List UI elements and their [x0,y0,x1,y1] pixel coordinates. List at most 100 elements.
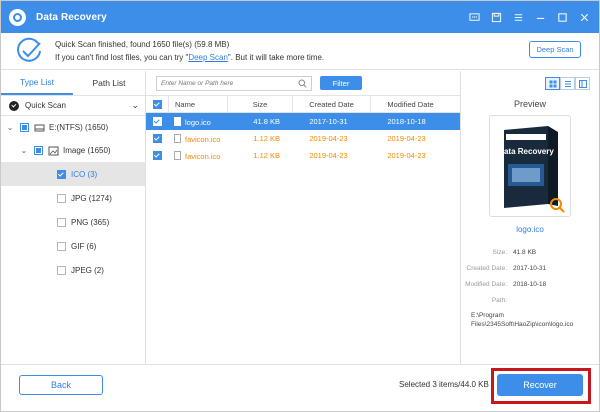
table-row[interactable]: logo.ico 41.8 KB 2017-10-31 2018-10-18 [146,113,460,130]
quick-scan-label: Quick Scan [25,101,66,110]
product-box-image: Data Recovery [498,126,565,213]
file-created-date: 2019-04-23 [309,134,348,143]
tree-item-drive-e[interactable]: ⌄ E:(NTFS) (1650) [1,116,145,139]
quick-scan-dropdown[interactable]: Quick Scan ⌄ [1,96,145,116]
file-created-date: 2017-10-31 [309,117,348,126]
tree-item-label: E:(NTFS) (1650) [49,123,109,132]
file-created-date: 2019-04-23 [309,151,348,160]
hard-drive-icon [34,124,45,131]
modified-date-label: Modified Date: [465,280,507,288]
modified-date-value: 2018-10-18 [513,280,547,288]
size-label: Size: [492,248,507,256]
file-name: favicon.ico [185,151,221,161]
file-name: logo.ico [185,117,211,127]
menu-icon[interactable] [511,10,525,24]
file-modified-date: 2019-04-23 [387,151,426,160]
tree-item-label: JPG (1274) [71,193,112,203]
minimize-icon[interactable] [533,10,547,24]
file-table-header: Name Size Created Date Modified Date [146,95,460,113]
select-all-checkbox[interactable] [152,99,162,109]
jpeg-checkbox[interactable] [57,265,66,275]
search-box [156,75,312,91]
created-date-label: Created Date: [466,264,507,272]
tree-item-ico[interactable]: ICO (3) [1,162,145,186]
back-button[interactable]: Back [19,375,103,395]
column-header-size[interactable]: Size [228,100,292,109]
tree-item-label: JPEG (2) [71,265,104,275]
view-mode-toolbar [461,71,599,96]
sidebar-tabs: Type List Path List [1,71,145,96]
scan-result-summary: Quick Scan finished, found 1650 file(s) … [55,40,230,49]
scan-status-text: Quick Scan finished, found 1650 file(s) … [55,38,324,64]
save-icon[interactable] [489,10,503,24]
file-details: Size: 41.8 KB Created Date: 2017-10-31 Mod… [461,244,599,329]
row-checkbox[interactable] [152,151,162,160]
preview-pane: Preview Data Recovery logo.ico Size: 41.8… [461,71,599,364]
title-bar-controls [467,10,591,24]
recover-button[interactable]: Recover [497,374,583,396]
created-date-value: 2017-10-31 [513,264,547,272]
tree-item-gif[interactable]: GIF (6) [1,234,145,258]
preview-file-name: logo.ico [516,225,544,234]
scan-complete-check-icon [17,37,41,62]
column-header-created[interactable]: Created Date [293,100,370,109]
column-header-name[interactable]: Name [169,100,227,109]
path-label: Path: [491,296,507,304]
gif-checkbox[interactable] [57,241,66,251]
selection-summary: Selected 3 items/44.0 KB [399,380,489,389]
app-logo-icon [9,8,26,26]
tab-path-list[interactable]: Path List [73,71,145,95]
png-checkbox[interactable] [57,217,66,227]
file-name: favicon.ico [185,134,221,144]
search-icon[interactable] [298,79,307,88]
file-modified-date: 2018-10-18 [387,117,426,126]
quick-scan-check-icon [9,100,19,111]
search-toolbar: Filter [146,71,460,96]
ico-checkbox[interactable] [57,169,66,179]
chevron-down-icon[interactable]: ⌄ [19,146,29,155]
tree-item-png[interactable]: PNG (365) [1,210,145,234]
column-header-modified[interactable]: Modified Date [371,100,450,109]
file-size: 41.8 KB [253,117,280,126]
file-size: 1.12 KB [253,134,280,143]
product-box-title: Data Recovery [498,147,554,156]
file-icon [174,116,181,126]
feedback-icon[interactable] [467,10,481,24]
close-icon[interactable] [577,10,591,24]
tree-item-jpg[interactable]: JPG (1274) [1,186,145,210]
tree-item-label: GIF (6) [71,241,97,251]
file-icon [174,133,181,143]
detail-view-icon[interactable] [575,77,590,90]
search-input[interactable] [161,79,296,87]
file-icon [174,150,181,160]
row-checkbox[interactable] [152,117,162,126]
image-checkbox[interactable] [34,146,43,155]
file-size: 1.12 KB [253,151,280,160]
thumbnail-view-icon[interactable] [545,77,560,90]
drive-e-checkbox[interactable] [20,123,29,132]
table-row[interactable]: favicon.ico 1.12 KB 2019-04-23 2019-04-2… [146,130,460,147]
file-list-pane: Filter Name Size Created Date Modified D… [146,71,461,364]
filter-button[interactable]: Filter [320,76,362,90]
jpg-checkbox[interactable] [57,193,66,203]
deep-scan-button[interactable]: Deep Scan [529,41,581,58]
list-view-icon[interactable] [560,77,575,90]
tree-item-image[interactable]: ⌄ Image (1650) [1,139,145,162]
window-title: Data Recovery [36,11,107,23]
size-value: 41.8 KB [513,248,537,256]
row-checkbox[interactable] [152,134,162,143]
footer-bar: Back Selected 3 items/44.0 KB Recover [1,364,599,411]
table-row[interactable]: favicon.ico 1.12 KB 2019-04-23 2019-04-2… [146,147,460,164]
preview-title: Preview [513,99,546,109]
file-type-sidebar: Type List Path List Quick Scan ⌄ ⌄ E:(NT… [1,71,146,364]
chevron-down-icon[interactable]: ⌄ [5,123,15,132]
tab-type-list[interactable]: Type List [1,71,73,95]
chevron-down-icon[interactable]: ⌄ [131,100,139,111]
deep-scan-link[interactable]: Deep Scan [188,53,228,62]
title-bar: Data Recovery [1,1,599,33]
maximize-icon[interactable] [555,10,569,24]
path-value: E:\Program Files\2345Soft\HaoZip\icon\lo… [471,312,574,328]
file-modified-date: 2019-04-23 [387,134,426,143]
tree-item-jpeg[interactable]: JPEG (2) [1,258,145,282]
tree-item-label: PNG (365) [71,217,110,227]
